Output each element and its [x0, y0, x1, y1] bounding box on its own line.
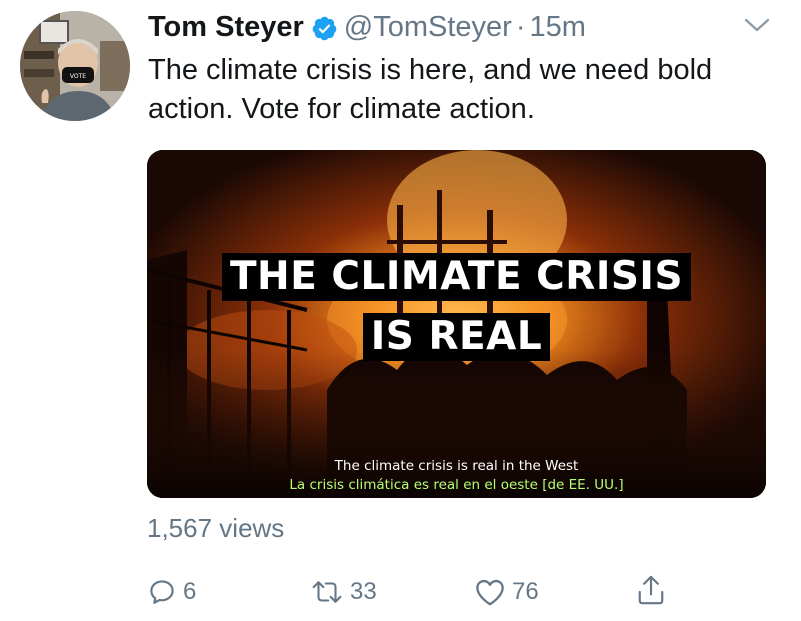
video-title-text-1: THE CLIMATE CRISIS: [221, 253, 692, 301]
video-player[interactable]: THE CLIMATE CRISIS IS REAL The climate c…: [147, 150, 766, 498]
avatar[interactable]: VOTE: [20, 11, 130, 121]
subtitle-spanish: La crisis climática es real en el oeste …: [289, 477, 624, 493]
chevron-down-icon[interactable]: [742, 14, 772, 36]
heart-icon: [476, 579, 504, 606]
retweet-count: 33: [350, 578, 377, 605]
share-icon: [638, 575, 664, 605]
reply-button[interactable]: 6: [147, 577, 196, 607]
subtitle-english: The climate crisis is real in the West: [334, 458, 579, 474]
verified-badge-icon: [311, 14, 338, 41]
view-count: 1,567 views: [147, 513, 285, 543]
tweet-header: Tom Steyer @TomSteyer · 15m: [148, 8, 586, 46]
avatar-photo: VOTE: [20, 11, 130, 121]
reply-count: 6: [183, 578, 197, 605]
separator-dot: ·: [515, 11, 526, 43]
svg-text:VOTE: VOTE: [70, 73, 86, 80]
like-count: 76: [512, 578, 539, 605]
video-title-line-1: THE CLIMATE CRISIS: [147, 253, 766, 301]
display-name[interactable]: Tom Steyer: [148, 8, 304, 46]
reply-icon: [150, 580, 174, 604]
video-title-line-2: IS REAL: [147, 313, 766, 361]
like-button[interactable]: 76: [474, 577, 539, 607]
user-handle[interactable]: @TomSteyer: [344, 8, 512, 46]
retweet-icon: [312, 581, 342, 603]
video-title-text-2: IS REAL: [362, 313, 551, 361]
share-button[interactable]: [636, 573, 666, 607]
timestamp[interactable]: 15m: [530, 8, 586, 46]
tweet-actions: 6 33 76: [0, 573, 801, 613]
tweet-text: The climate crisis is here, and we need …: [148, 54, 713, 125]
retweet-button[interactable]: 33: [310, 577, 377, 607]
